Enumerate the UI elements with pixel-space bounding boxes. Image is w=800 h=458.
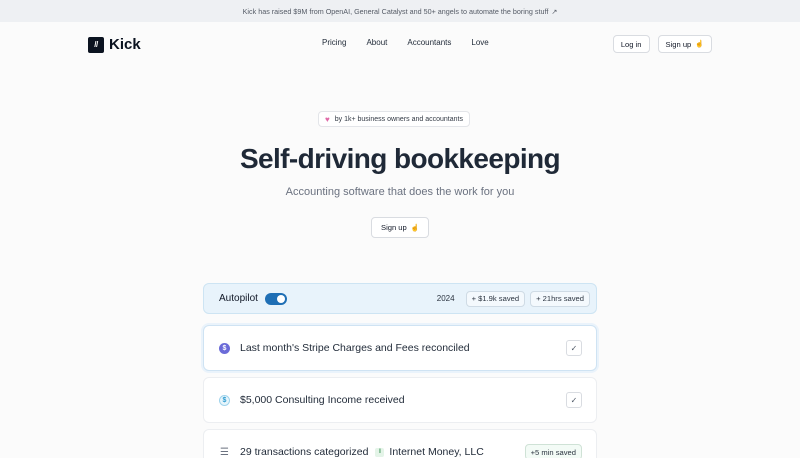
dollar-icon: $ xyxy=(219,394,230,406)
hero-signup-label: Sign up xyxy=(381,223,407,232)
nav-link-love[interactable]: Love xyxy=(471,38,488,47)
top-navigation: // Kick Pricing About Accountants Love L… xyxy=(0,22,800,67)
kick-logo-icon: // xyxy=(88,36,104,53)
nav-link-about[interactable]: About xyxy=(366,38,387,47)
task-item[interactable]: ☰ 29 transactions categorized I Internet… xyxy=(203,429,597,458)
hero-subtitle: Accounting software that does the work f… xyxy=(285,186,515,198)
logo[interactable]: // Kick xyxy=(88,36,141,53)
hero-title: Self-driving bookkeeping xyxy=(239,143,561,174)
hand-wave-icon: ☝ xyxy=(695,41,704,48)
task-text: 29 transactions categorized xyxy=(240,446,369,458)
heart-icon: ♥ xyxy=(325,114,330,124)
autopilot-label: Autopilot xyxy=(219,293,258,304)
time-saved-badge: + 21hrs saved xyxy=(530,290,590,307)
task-item[interactable]: $ $5,000 Consulting Income received ✓ xyxy=(203,377,597,423)
year-label: 2024 xyxy=(436,294,455,303)
signup-label: Sign up xyxy=(665,39,692,49)
merchant-name: Internet Money, LLC xyxy=(389,446,484,458)
announcement-banner[interactable]: Kick has raised $9M from OpenAI, General… xyxy=(0,0,800,22)
stripe-icon: $ xyxy=(219,342,230,354)
nav-link-accountants[interactable]: Accountants xyxy=(407,38,451,47)
social-proof-text: by 1k+ business owners and accountants xyxy=(334,115,463,123)
login-button[interactable]: Log in xyxy=(612,35,650,53)
nav-links: Pricing About Accountants Love xyxy=(322,38,489,47)
autopilot-bar: Autopilot 2024 + $1.9k saved + 21hrs sav… xyxy=(203,283,597,314)
autopilot-toggle[interactable] xyxy=(264,292,287,305)
signup-button[interactable]: Sign up ☝ xyxy=(657,35,712,53)
list-icon: ☰ xyxy=(220,446,229,458)
money-saved-badge: + $1.9k saved xyxy=(465,290,526,307)
hand-wave-icon: ☝ xyxy=(410,224,420,232)
logo-text: Kick xyxy=(109,36,141,53)
task-item[interactable]: $ Last month's Stripe Charges and Fees r… xyxy=(203,325,597,371)
nav-link-pricing[interactable]: Pricing xyxy=(322,38,346,47)
toggle-knob xyxy=(276,294,285,303)
task-text: Last month's Stripe Charges and Fees rec… xyxy=(240,342,470,354)
time-saved-badge: +5 min saved xyxy=(524,444,582,458)
autopilot-stats: 2024 + $1.9k saved + 21hrs saved xyxy=(431,290,590,307)
checkmark-icon[interactable]: ✓ xyxy=(566,392,582,408)
hero-signup-button[interactable]: Sign up ☝ xyxy=(371,217,430,238)
banner-text: Kick has raised $9M from OpenAI, General… xyxy=(242,6,549,16)
merchant-tag-icon: I xyxy=(375,447,385,457)
checkmark-icon[interactable]: ✓ xyxy=(566,340,582,356)
external-link-icon: ↗ xyxy=(551,6,558,16)
social-proof-pill: ♥ by 1k+ business owners and accountants xyxy=(318,111,470,127)
nav-actions: Log in Sign up ☝ xyxy=(612,35,712,53)
task-text: $5,000 Consulting Income received xyxy=(240,394,405,406)
login-label: Log in xyxy=(620,39,642,49)
